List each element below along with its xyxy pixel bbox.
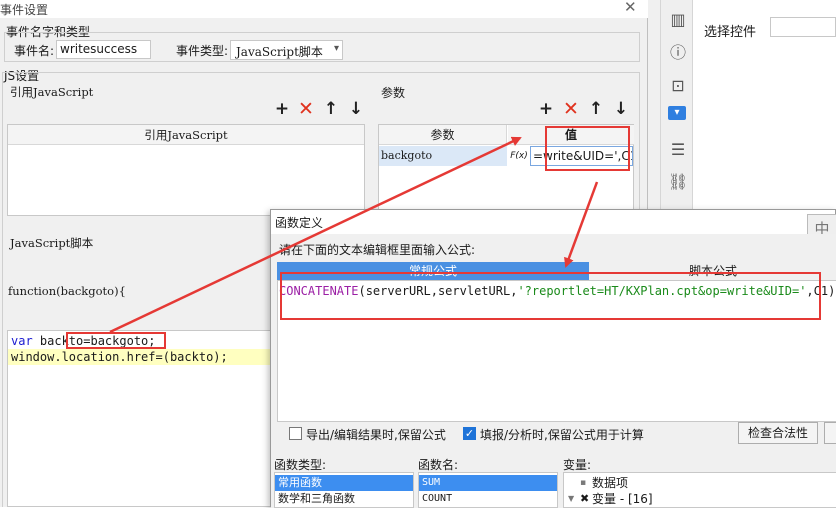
annotation-arrows <box>109 136 599 334</box>
annotation-arrow-value-to-formula <box>564 181 599 268</box>
annotation-arrow-code-to-value <box>109 136 522 334</box>
